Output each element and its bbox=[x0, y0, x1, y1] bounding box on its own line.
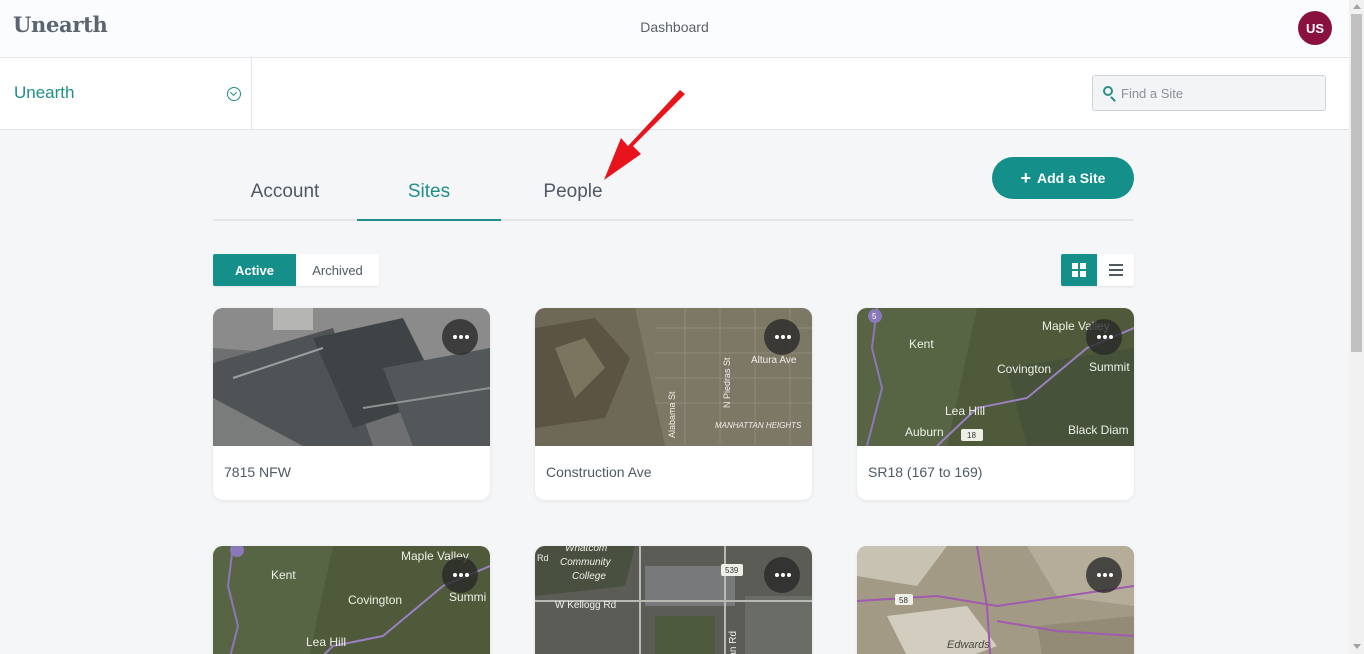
site-card[interactable]: Whatcom Community College 539 W Kellogg … bbox=[535, 546, 812, 654]
view-toggle bbox=[1061, 254, 1134, 286]
svg-text:Lea Hill: Lea Hill bbox=[945, 404, 985, 418]
top-bar: Unearth Dashboard US bbox=[0, 0, 1349, 58]
svg-text:ridian Rd: ridian Rd bbox=[728, 631, 739, 654]
svg-text:Covington: Covington bbox=[348, 593, 402, 607]
scroll-thumb[interactable] bbox=[1351, 14, 1362, 352]
svg-text:MANHATTAN HEIGHTS: MANHATTAN HEIGHTS bbox=[715, 421, 802, 430]
site-card[interactable]: Maple Valley Kent Covington Summit Lea H… bbox=[857, 308, 1134, 500]
svg-text:18: 18 bbox=[967, 431, 976, 440]
tab-account[interactable]: Account bbox=[213, 164, 357, 221]
add-site-button[interactable]: + Add a Site bbox=[992, 157, 1134, 199]
svg-text:W Kellogg Rd: W Kellogg Rd bbox=[555, 600, 616, 611]
search-input[interactable] bbox=[1121, 76, 1321, 110]
more-options-button[interactable] bbox=[764, 557, 800, 593]
user-avatar[interactable]: US bbox=[1298, 11, 1332, 45]
svg-text:Kent: Kent bbox=[271, 568, 296, 582]
svg-text:Kent: Kent bbox=[909, 337, 934, 351]
add-site-label: Add a Site bbox=[1037, 170, 1106, 186]
svg-text:539: 539 bbox=[725, 566, 739, 575]
svg-text:Black Diam: Black Diam bbox=[1068, 423, 1129, 437]
more-options-button[interactable] bbox=[764, 319, 800, 355]
scroll-up-arrow-icon[interactable] bbox=[1353, 4, 1361, 9]
site-card[interactable]: 58 Edwards bbox=[857, 546, 1134, 654]
svg-text:Alabama St: Alabama St bbox=[667, 391, 677, 438]
svg-text:Rd: Rd bbox=[537, 553, 549, 563]
list-icon bbox=[1109, 264, 1123, 276]
org-selector[interactable]: Unearth bbox=[0, 58, 252, 129]
svg-text:5: 5 bbox=[872, 312, 877, 321]
archived-filter-button[interactable]: Archived bbox=[296, 254, 379, 286]
site-card[interactable]: Altura Ave N Piedras St MANHATTAN HEIGHT… bbox=[535, 308, 812, 500]
site-name[interactable]: SR18 (167 to 169) bbox=[868, 464, 982, 480]
svg-text:Lea Hill: Lea Hill bbox=[306, 635, 346, 649]
grid-icon bbox=[1072, 263, 1086, 277]
page-scrollbar[interactable] bbox=[1349, 0, 1364, 654]
svg-text:College: College bbox=[572, 571, 606, 582]
site-search[interactable] bbox=[1092, 75, 1326, 111]
svg-text:Auburn: Auburn bbox=[905, 425, 944, 439]
svg-text:58: 58 bbox=[899, 596, 908, 605]
status-filter: Active Archived bbox=[213, 254, 379, 286]
svg-text:Edwards: Edwards bbox=[947, 639, 990, 651]
chevron-down-icon[interactable] bbox=[227, 87, 241, 101]
list-view-button[interactable] bbox=[1097, 254, 1134, 286]
svg-text:Whatcom: Whatcom bbox=[565, 546, 607, 554]
svg-text:Community: Community bbox=[560, 557, 612, 568]
site-card[interactable]: 7815 NFW bbox=[213, 308, 490, 500]
tab-sites[interactable]: Sites bbox=[357, 164, 501, 221]
header-title: Dashboard bbox=[640, 19, 709, 35]
svg-text:Summit: Summit bbox=[1089, 360, 1130, 374]
svg-text:Covington: Covington bbox=[997, 362, 1051, 376]
more-options-button[interactable] bbox=[1086, 319, 1122, 355]
plus-icon: + bbox=[1020, 168, 1032, 188]
site-card[interactable]: Maple Valley Kent Covington Summi Lea Hi… bbox=[213, 546, 490, 654]
svg-text:N Piedras St: N Piedras St bbox=[722, 357, 732, 408]
search-icon bbox=[1103, 86, 1113, 96]
scroll-down-arrow-icon[interactable] bbox=[1353, 644, 1361, 649]
active-filter-button[interactable]: Active bbox=[213, 254, 296, 286]
site-name[interactable]: 7815 NFW bbox=[224, 464, 291, 480]
annotation-arrow-icon bbox=[604, 90, 685, 180]
site-name[interactable]: Construction Ave bbox=[546, 464, 652, 480]
more-options-button[interactable] bbox=[442, 557, 478, 593]
org-name: Unearth bbox=[14, 83, 75, 102]
svg-text:Altura Ave: Altura Ave bbox=[751, 355, 797, 366]
more-options-button[interactable] bbox=[442, 319, 478, 355]
grid-view-button[interactable] bbox=[1061, 254, 1097, 286]
more-options-button[interactable] bbox=[1086, 557, 1122, 593]
